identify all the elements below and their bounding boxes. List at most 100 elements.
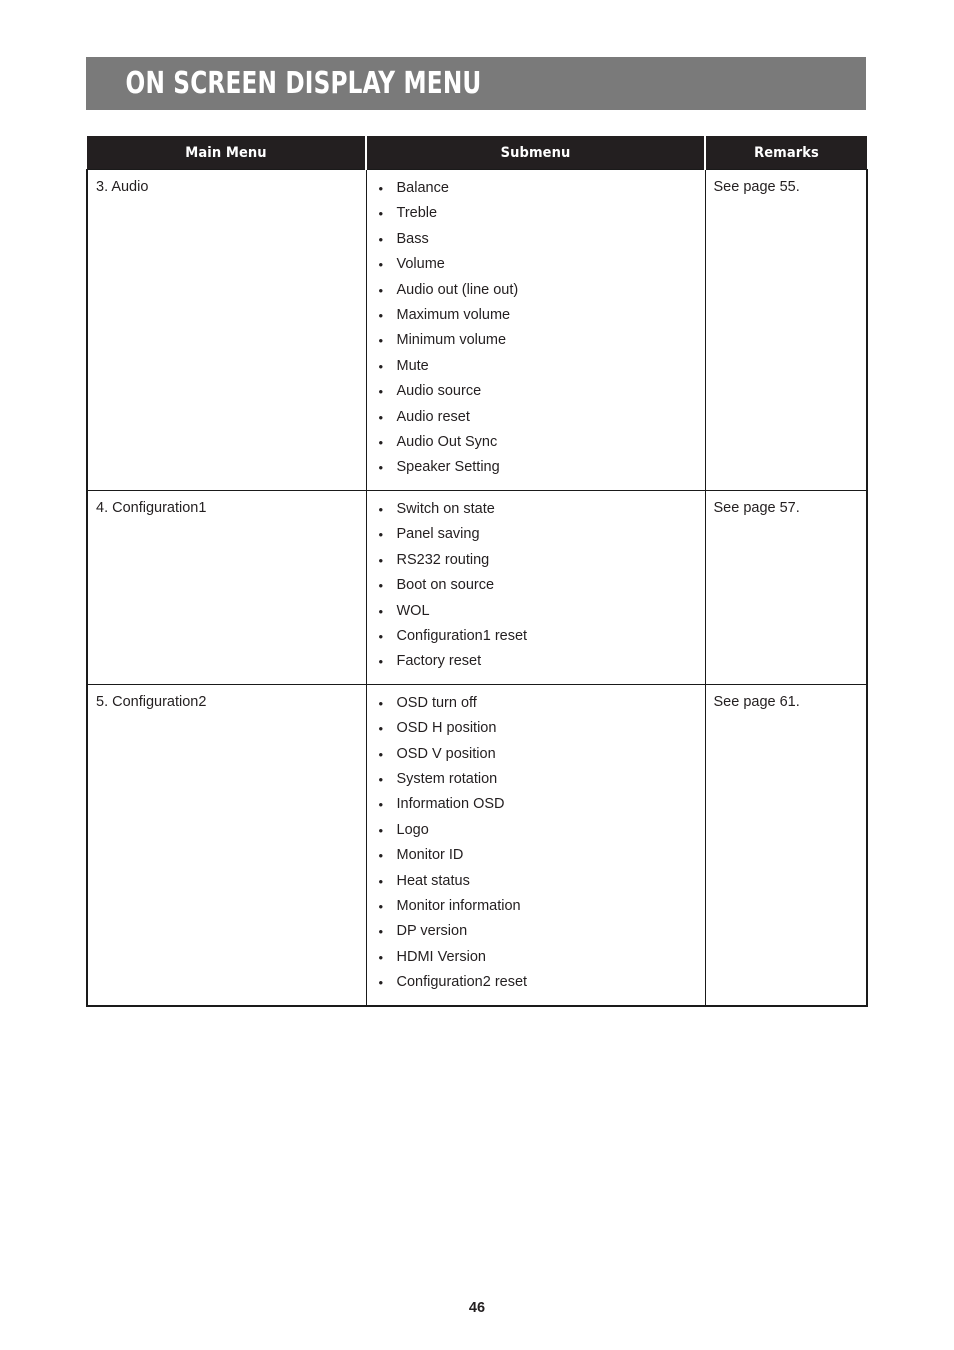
bullet-icon: •: [378, 797, 384, 813]
cell-remarks: See page 57.: [704, 489, 868, 685]
submenu-label: Factory reset: [396, 653, 482, 670]
bullet-icon: •: [378, 975, 384, 991]
bullet-icon: •: [378, 409, 384, 425]
cell-main-menu: 5. Configuration2: [86, 683, 367, 1007]
bullet-icon: •: [378, 654, 384, 670]
submenu-label: OSD H position: [396, 720, 497, 737]
list-item: • Switch on state: [367, 497, 705, 522]
list-item: • Information OSD: [367, 792, 705, 817]
list-item: • Audio Out Sync: [367, 430, 705, 455]
list-item: • WOL: [367, 599, 705, 624]
cell-main-menu: 3. Audio: [86, 169, 367, 491]
bullet-icon: •: [378, 552, 384, 568]
submenu-label: Volume: [396, 256, 445, 273]
bullet-icon: •: [378, 949, 384, 965]
list-item: • Audio source: [367, 379, 705, 404]
submenu-container: • OSD turn off • OSD H position • OSD V posit…: [367, 685, 705, 1005]
bullet-icon: •: [378, 257, 384, 273]
bullet-icon: •: [378, 873, 384, 889]
column-header-main-menu: Main Menu: [87, 136, 367, 170]
submenu-label: OSD turn off: [396, 694, 477, 711]
submenu-label: Mute: [396, 357, 429, 374]
main-menu-label: 3. Audio: [96, 179, 149, 195]
column-header-submenu: Submenu: [366, 136, 706, 170]
remarks-label: See page 55.: [713, 179, 800, 195]
bullet-icon: •: [378, 333, 384, 349]
list-item: • Mute: [367, 354, 705, 379]
list-item: • Boot on source: [367, 573, 705, 598]
table-body: 3. Audio • Balance • Treble • Bass • Volume • Audi…: [86, 169, 868, 1007]
cell-remarks: See page 61.: [704, 683, 868, 1007]
submenu-label: Boot on source: [396, 577, 495, 594]
list-item: • Speaker Setting: [367, 455, 705, 480]
list-item: • Configuration1 reset: [367, 624, 705, 649]
submenu-label: Audio reset: [396, 408, 470, 425]
page-title: ON SCREEN DISPLAY MENU: [125, 65, 482, 101]
submenu-label: System rotation: [396, 770, 498, 787]
list-item: • Audio out (line out): [367, 278, 705, 303]
submenu-label: DP version: [396, 923, 468, 940]
submenu-container: • Balance • Treble • Bass • Volume • Audio out (l…: [367, 170, 705, 490]
list-item: • Monitor information: [367, 894, 705, 919]
submenu-label: Information OSD: [396, 796, 505, 813]
remarks-label: See page 57.: [713, 499, 800, 516]
submenu-label: Monitor information: [396, 897, 521, 914]
list-item: • Logo: [367, 818, 705, 843]
bullet-icon: •: [378, 527, 384, 543]
bullet-icon: •: [378, 578, 384, 594]
cell-main-menu: 4. Configuration1: [86, 489, 367, 685]
list-item: • Treble: [367, 201, 705, 226]
list-item: • Monitor ID: [367, 843, 705, 868]
list-item: • Configuration2 reset: [367, 970, 705, 995]
table-row: 3. Audio • Balance • Treble • Bass • Volume • Audi…: [86, 169, 868, 491]
list-item: • Audio reset: [367, 405, 705, 430]
bullet-icon: •: [378, 746, 384, 762]
submenu-label: RS232 routing: [396, 551, 490, 568]
submenu-label: Balance: [396, 180, 449, 196]
submenu-label: Audio Out Sync: [396, 434, 498, 451]
cell-submenu: • Balance • Treble • Bass • Volume • Audio out (l…: [365, 169, 706, 491]
bullet-icon: •: [378, 771, 384, 787]
list-item: • HDMI Version: [367, 945, 705, 970]
list-item: • Maximum volume: [367, 303, 705, 328]
table-row: 4. Configuration1 • Switch on state • Panel …: [86, 489, 868, 685]
bullet-icon: •: [378, 460, 384, 476]
main-menu-label: 5. Configuration2: [96, 693, 207, 710]
list-item: • Volume: [367, 252, 705, 277]
bullet-icon: •: [378, 231, 384, 247]
bullet-icon: •: [378, 603, 384, 619]
column-header-remarks: Remarks: [705, 136, 867, 170]
bullet-icon: •: [378, 822, 384, 838]
cell-submenu: • Switch on state • Panel saving • RS232 rout…: [365, 489, 706, 685]
bullet-icon: •: [378, 308, 384, 324]
bullet-icon: •: [378, 282, 384, 298]
bullet-icon: •: [378, 848, 384, 864]
remarks-label: See page 61.: [713, 693, 800, 710]
submenu-label: Monitor ID: [396, 847, 464, 864]
list-item: • OSD H position: [367, 716, 705, 741]
submenu-label: Speaker Setting: [396, 459, 500, 476]
bullet-icon: •: [378, 898, 384, 914]
main-menu-label: 4. Configuration1: [96, 499, 207, 516]
section-header-banner: ON SCREEN DISPLAY MENU: [86, 57, 866, 110]
submenu-label: Minimum volume: [396, 332, 507, 349]
submenu-label: Audio source: [396, 383, 482, 400]
list-item: • RS232 routing: [367, 548, 705, 573]
submenu-label: Audio out (line out): [396, 281, 519, 298]
submenu-list: • Balance • Treble • Bass • Volume • Audio out (l…: [367, 176, 705, 481]
bullet-icon: •: [378, 206, 384, 222]
bullet-icon: •: [378, 384, 384, 400]
submenu-label: Panel saving: [396, 526, 480, 543]
submenu-label: Maximum volume: [396, 307, 511, 324]
bullet-icon: •: [378, 628, 384, 644]
bullet-icon: •: [378, 358, 384, 374]
list-item: • OSD V position: [367, 742, 705, 767]
list-item: • Balance: [367, 176, 705, 201]
list-item: • Factory reset: [367, 649, 705, 674]
submenu-label: WOL: [396, 602, 430, 619]
table-header: Main Menu Submenu Remarks: [87, 136, 867, 170]
submenu-label: HDMI Version: [396, 948, 486, 965]
list-item: • System rotation: [367, 767, 705, 792]
list-item: • Bass: [367, 227, 705, 252]
submenu-label: Configuration2 reset: [396, 974, 528, 991]
